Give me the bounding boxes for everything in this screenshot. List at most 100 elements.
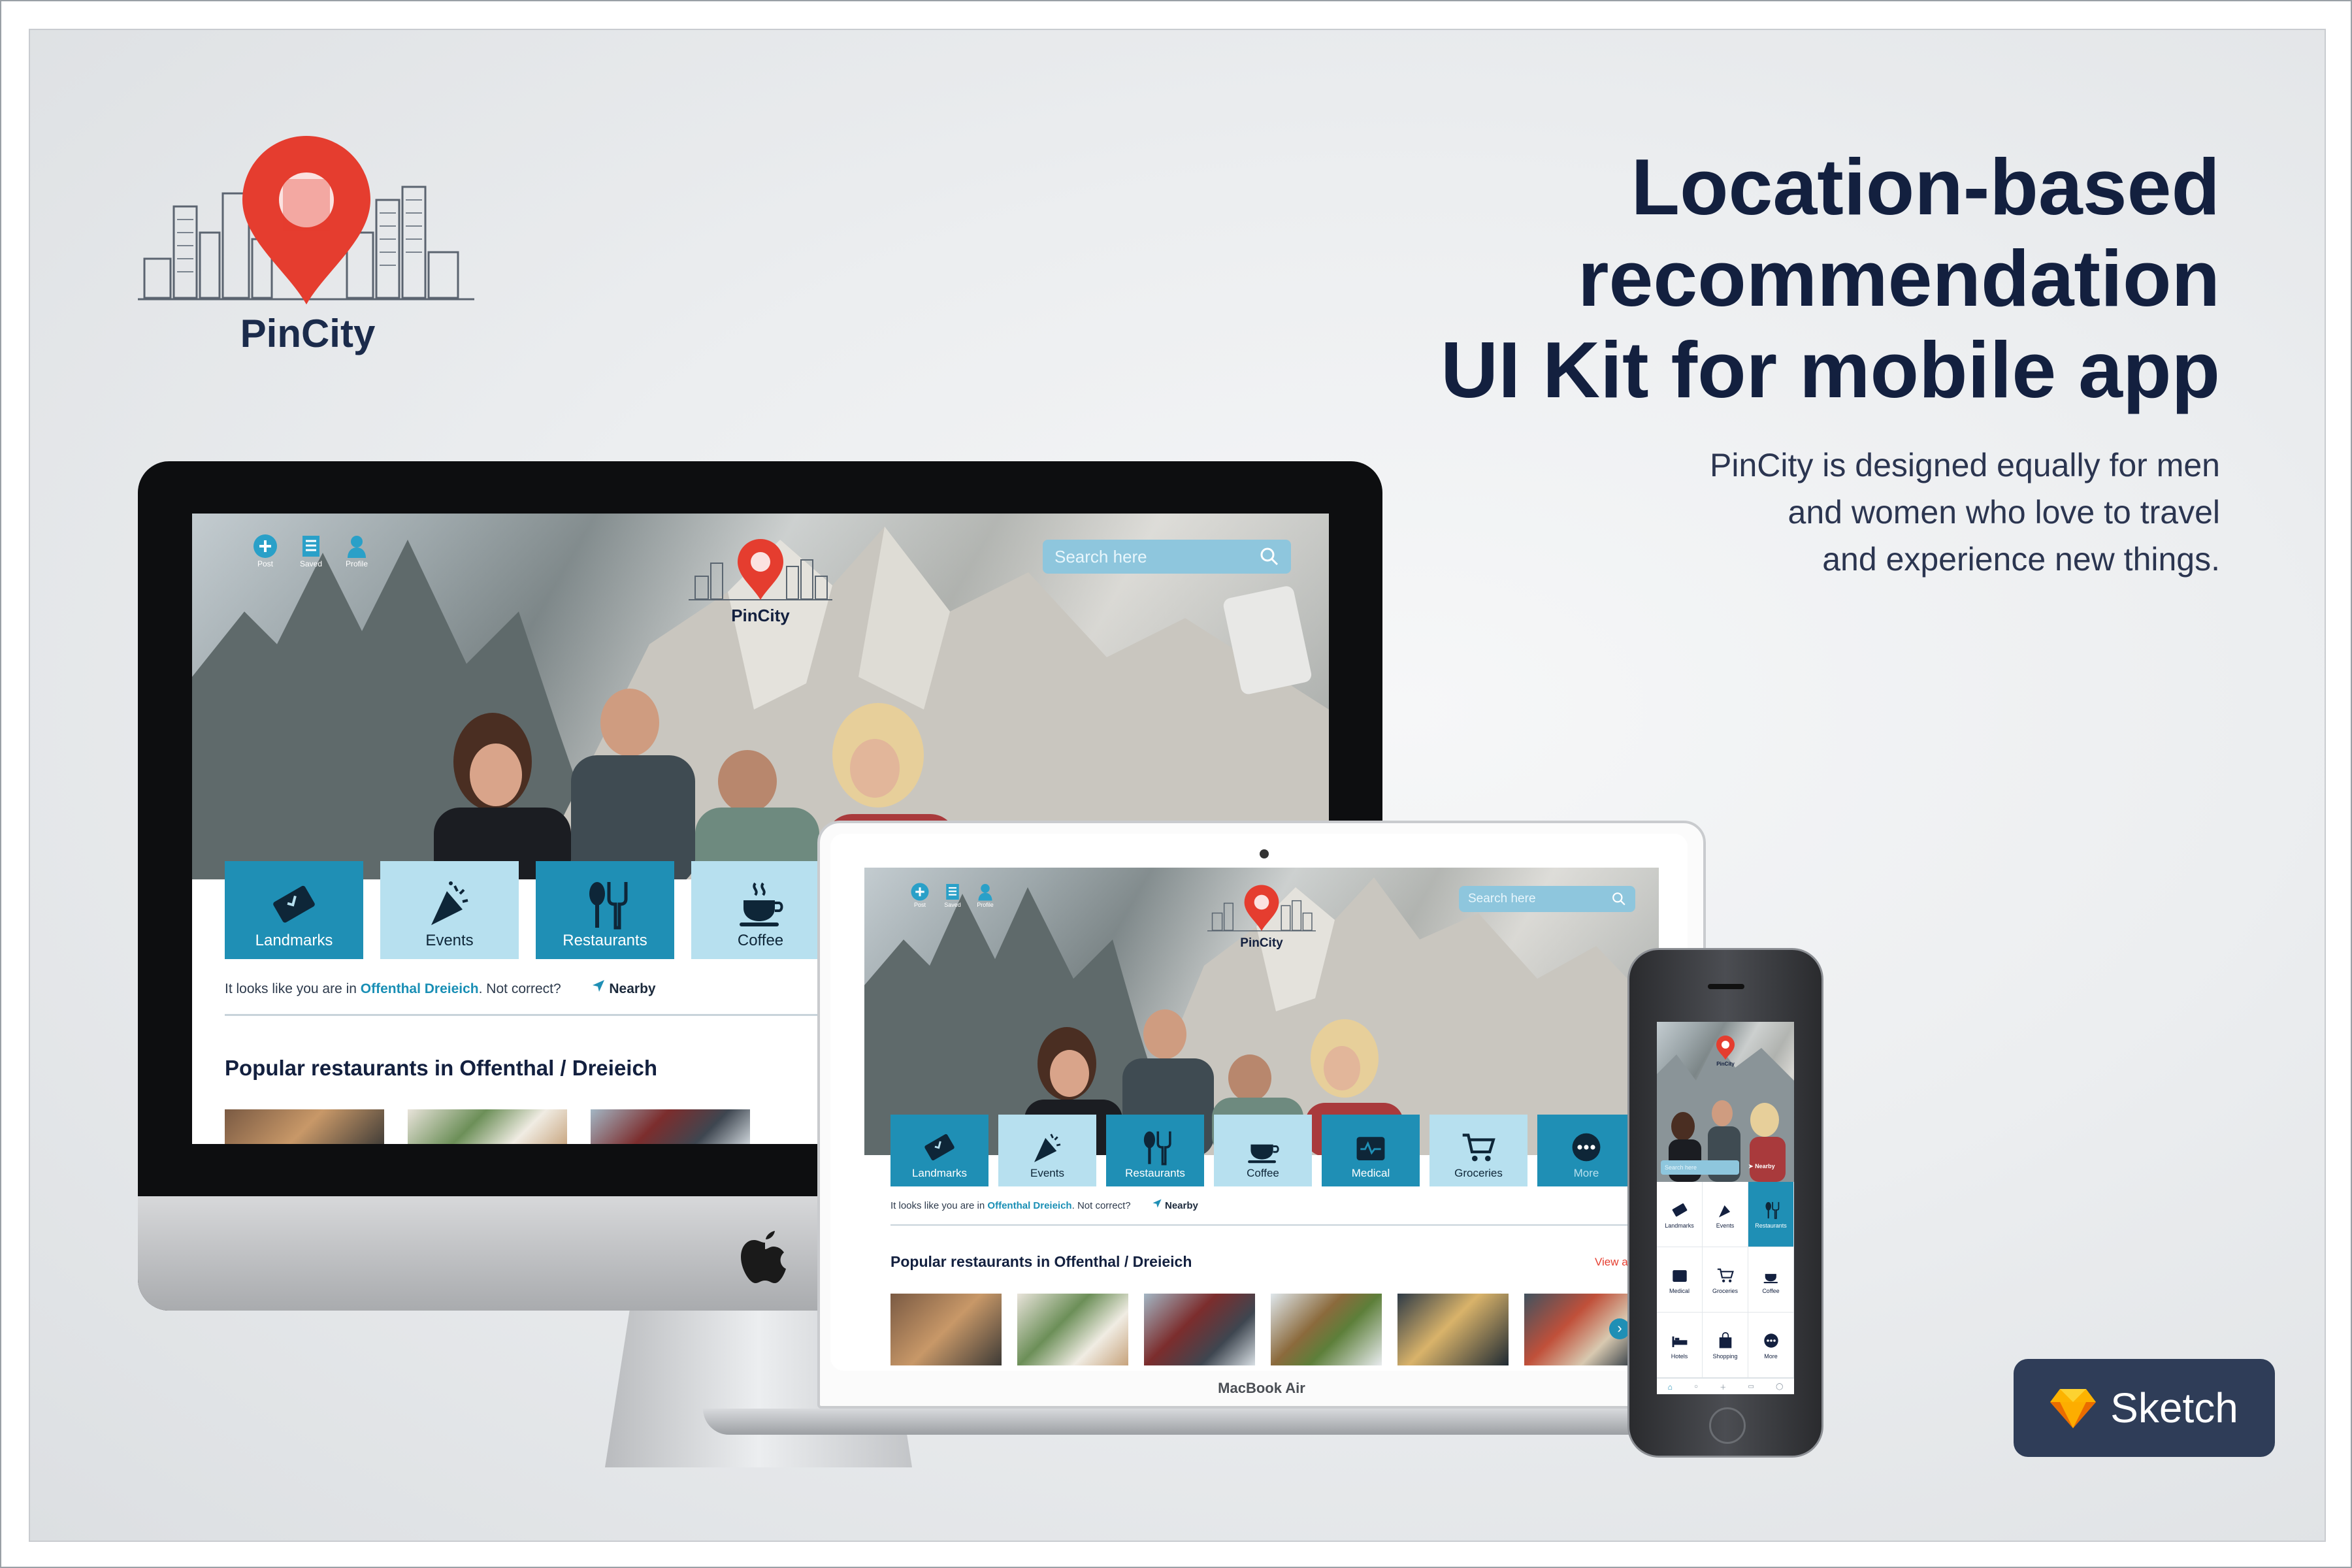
category-label: Medical xyxy=(1351,1167,1390,1179)
location-suffix-link[interactable]: . Not correct? xyxy=(479,981,561,996)
nav-label: Saved xyxy=(944,902,961,908)
camera-dot xyxy=(1260,849,1269,858)
category-label: Groceries xyxy=(1454,1167,1503,1179)
sketch-badge: Sketch xyxy=(2014,1359,2275,1457)
category-label: Hotels xyxy=(1671,1352,1688,1360)
category-restaurants[interactable]: Restaurants xyxy=(1748,1182,1794,1247)
category-groceries[interactable]: Groceries xyxy=(1429,1115,1527,1186)
home-button[interactable] xyxy=(1709,1407,1746,1444)
category-events[interactable]: Events xyxy=(1703,1182,1748,1247)
category-label: Medical xyxy=(1669,1287,1690,1294)
nearby-button[interactable]: Nearby xyxy=(1152,1199,1198,1211)
macbook-mockup: Post Saved Profile PinCity Search here L… xyxy=(703,821,1820,1435)
nav-post[interactable]: Post xyxy=(252,533,278,568)
city-skyline-pin-icon xyxy=(138,136,474,304)
category-shopping[interactable]: Shopping xyxy=(1703,1313,1748,1378)
category-hotels[interactable]: Hotels xyxy=(1657,1313,1703,1378)
saved-tab-icon[interactable]: ▭ xyxy=(1748,1383,1754,1390)
home-tab-icon[interactable]: ⌂ xyxy=(1668,1382,1673,1392)
medical-kit-icon xyxy=(1356,1137,1385,1160)
saved-list-icon xyxy=(946,884,959,900)
category-row: Landmarks Events Restaurants Coffee xyxy=(225,861,830,959)
hero-image: PinCity Search here ➤ Nearby xyxy=(1657,1022,1794,1182)
category-medical[interactable]: Medical xyxy=(1657,1247,1703,1313)
plus-circle-icon xyxy=(253,534,277,558)
location-place-link[interactable]: Offenthal Dreieich xyxy=(987,1200,1071,1211)
restaurant-thumb[interactable] xyxy=(408,1109,567,1144)
category-label: Groceries xyxy=(1712,1287,1738,1294)
divider xyxy=(225,1014,878,1016)
coffee-cup-icon xyxy=(1248,1144,1279,1164)
restaurant-thumb[interactable] xyxy=(591,1109,750,1144)
pin-logo-icon xyxy=(689,539,832,600)
search-icon[interactable] xyxy=(1260,547,1279,566)
macbook-label: MacBook Air xyxy=(1218,1380,1305,1396)
cutlery-icon xyxy=(1765,1201,1779,1219)
pin-logo-icon xyxy=(1716,1036,1735,1060)
headline: Location-based recommendation UI Kit for… xyxy=(1305,141,2220,416)
macbook-screen: Post Saved Profile PinCity Search here L… xyxy=(864,868,1659,1365)
category-restaurants[interactable]: Restaurants xyxy=(1106,1115,1204,1186)
category-coffee[interactable]: Coffee xyxy=(1748,1247,1794,1313)
plus-circle-icon xyxy=(911,883,929,901)
nav-saved[interactable]: Saved xyxy=(943,882,962,908)
category-label: Coffee xyxy=(1762,1287,1780,1294)
category-restaurants[interactable]: Restaurants xyxy=(536,861,674,959)
category-events[interactable]: Events xyxy=(998,1115,1096,1186)
category-landmarks[interactable]: Landmarks xyxy=(225,861,363,959)
section-title: Popular restaurants in Offenthal / Dreie… xyxy=(890,1253,1192,1270)
restaurant-thumb[interactable] xyxy=(1144,1294,1255,1365)
restaurant-thumb[interactable] xyxy=(890,1294,1002,1365)
category-label: Landmarks xyxy=(911,1167,968,1179)
restaurant-thumbnails: › xyxy=(890,1294,1635,1365)
restaurant-thumbnails xyxy=(225,1109,750,1144)
category-landmarks[interactable]: Landmarks xyxy=(1657,1182,1703,1247)
search-placeholder: Search here xyxy=(1468,892,1536,906)
restaurant-thumb[interactable] xyxy=(1271,1294,1382,1365)
search-bar[interactable]: Search here xyxy=(1043,540,1291,574)
nav-post[interactable]: Post xyxy=(910,882,930,908)
location-suffix-link[interactable]: . Not correct? xyxy=(1072,1200,1131,1211)
subheadline: PinCity is designed equally for men and … xyxy=(1501,442,2220,583)
category-label: Coffee xyxy=(1247,1167,1279,1179)
screen-logo-text: PinCity xyxy=(731,606,790,625)
nearby-button[interactable]: Nearby xyxy=(591,980,656,996)
restaurant-thumb[interactable] xyxy=(1017,1294,1128,1365)
restaurant-thumb[interactable]: › xyxy=(1524,1294,1635,1365)
nav-profile[interactable]: Profile xyxy=(344,533,370,568)
search-placeholder: Search here xyxy=(1665,1164,1697,1171)
nav-profile[interactable]: Profile xyxy=(975,882,995,908)
divider xyxy=(890,1224,1635,1226)
navigation-arrow-icon: ➤ xyxy=(1748,1163,1754,1169)
search-bar[interactable]: Search here xyxy=(1459,886,1635,912)
logo-wordmark: PinCity xyxy=(240,312,376,355)
nearby-button[interactable]: ➤ Nearby xyxy=(1748,1163,1775,1170)
add-tab-icon[interactable]: ＋ xyxy=(1720,1382,1726,1392)
coffee-cup-icon xyxy=(1763,1273,1778,1283)
search-icon[interactable] xyxy=(1612,892,1626,906)
coffee-cup-icon xyxy=(740,882,783,926)
phone-screen: PinCity Search here ➤ Nearby Landmarks E… xyxy=(1657,1022,1794,1394)
view-all-link[interactable]: View a xyxy=(1595,1256,1628,1269)
category-coffee[interactable]: Coffee xyxy=(691,861,830,959)
profile-tab-icon[interactable]: ◯ xyxy=(1776,1383,1783,1390)
category-coffee[interactable]: Coffee xyxy=(1214,1115,1312,1186)
category-events[interactable]: Events xyxy=(380,861,519,959)
category-groceries[interactable]: Groceries xyxy=(1703,1247,1748,1313)
promo-canvas: PinCity Location-based recommendation UI… xyxy=(29,29,2326,1542)
restaurant-thumb[interactable] xyxy=(225,1109,384,1144)
restaurant-thumb[interactable] xyxy=(1397,1294,1509,1365)
sketch-diamond-icon xyxy=(2050,1389,2097,1428)
category-more[interactable]: More xyxy=(1748,1313,1794,1378)
category-label: Events xyxy=(1030,1167,1064,1179)
category-more[interactable]: More xyxy=(1537,1115,1635,1186)
category-landmarks[interactable]: Landmarks xyxy=(890,1115,988,1186)
nav-saved[interactable]: Saved xyxy=(298,533,324,568)
search-tab-icon[interactable]: ○ xyxy=(1694,1383,1698,1390)
search-bar[interactable]: Search here xyxy=(1661,1160,1739,1175)
location-place-link[interactable]: Offenthal Dreieich xyxy=(361,981,479,996)
category-medical[interactable]: Medical xyxy=(1322,1115,1420,1186)
screen-logo: PinCity xyxy=(1207,883,1316,951)
top-nav: Post Saved Profile xyxy=(910,882,995,908)
nav-label: Saved xyxy=(299,559,323,568)
